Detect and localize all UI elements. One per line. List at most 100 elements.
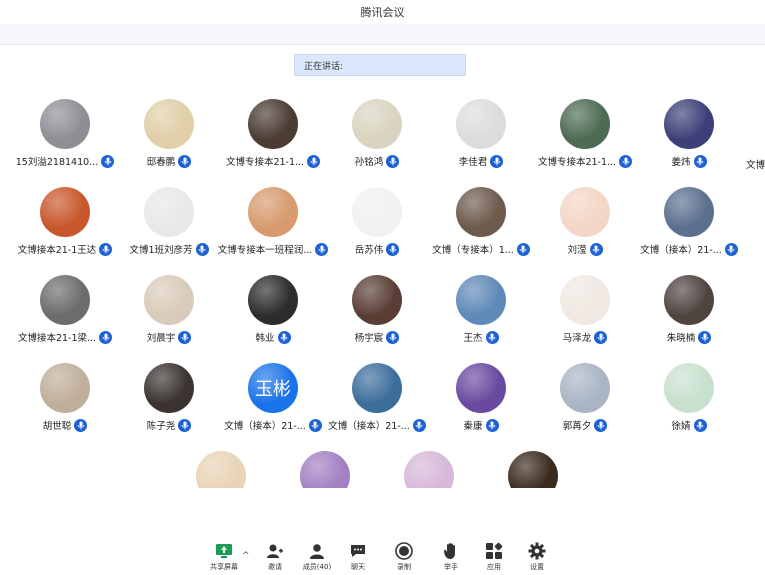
invite-label: 邀请 xyxy=(268,563,282,571)
members-icon xyxy=(308,542,326,560)
participant-tile[interactable]: 姜炜 xyxy=(637,99,741,179)
participant-tile[interactable]: 文博专接本一班程润... xyxy=(217,187,329,267)
participant-tile[interactable]: 刘滢 xyxy=(533,187,637,267)
participant-name-row: 文博专接本21-1... xyxy=(225,154,321,168)
participant-name: 姜炜 xyxy=(671,157,691,168)
mic-icon xyxy=(74,418,88,432)
participant-name: 文博专接本一班程润... xyxy=(217,245,313,256)
chat-button[interactable]: 聊天 xyxy=(336,538,380,575)
participant-name-row: 王杰 xyxy=(463,330,499,344)
participant-name-row: 文博接本21-1梁... xyxy=(18,330,113,344)
participant-tile[interactable]: 杨宇宸 xyxy=(325,275,429,355)
share-screen-icon xyxy=(215,542,233,560)
mic-icon xyxy=(386,154,400,168)
participant-tile[interactable] xyxy=(377,451,481,488)
participant-tile[interactable]: 文博1班刘彦芳 xyxy=(117,187,221,267)
participant-tile[interactable]: 秦康 xyxy=(429,363,533,443)
participant-tile[interactable]: 韩业 xyxy=(221,275,325,355)
participant-tile[interactable]: 文博接本21-1梁... xyxy=(13,275,117,355)
add-user-icon xyxy=(266,542,284,560)
mic-icon xyxy=(178,418,192,432)
participant-tile[interactable]: 王杰 xyxy=(429,275,533,355)
participant-tile[interactable] xyxy=(481,451,585,488)
mic-icon xyxy=(178,330,192,344)
avatar xyxy=(144,275,194,325)
avatar-initials: 玉彬 xyxy=(255,379,291,400)
participant-name-row: 韩业 xyxy=(255,330,291,344)
participant-name-row: 徐婧 xyxy=(671,418,707,432)
avatar xyxy=(508,451,558,488)
apps-label: 应用 xyxy=(487,563,501,571)
avatar xyxy=(196,451,246,488)
participant-name: 杨宇宸 xyxy=(354,333,384,344)
members-label: 成员(40) xyxy=(302,563,332,571)
participant-tile[interactable]: 文博接本21-1王达 xyxy=(13,187,117,267)
participant-tile[interactable]: 陈子尧 xyxy=(117,363,221,443)
participant-tile[interactable]: 孙铭鸿 xyxy=(325,99,429,179)
participant-name: 文博（接本）21-... xyxy=(224,421,306,432)
mic-icon xyxy=(619,154,633,168)
participant-tile[interactable]: 15刘溢2181410... xyxy=(13,99,117,179)
participant-name-row: 刘滢 xyxy=(567,242,603,256)
participant-tile[interactable]: 徐婧 xyxy=(637,363,741,443)
participant-name-row: 陈子尧 xyxy=(147,418,192,432)
participant-name: 邸春鹏 xyxy=(146,157,176,168)
participant-name: 文博（专接本）1... xyxy=(432,245,514,256)
raise-hand-button[interactable]: 举手 xyxy=(429,538,473,575)
participant-tile[interactable]: 朱晓楠 xyxy=(637,275,741,355)
participant-name: 刘滢 xyxy=(567,245,587,256)
participant-name-row: 朱晓楠 xyxy=(667,330,712,344)
participant-tile[interactable]: 刘晨宇 xyxy=(117,275,221,355)
avatar xyxy=(300,451,350,488)
participant-name: 岳苏伟 xyxy=(354,245,384,256)
hand-icon xyxy=(443,542,459,560)
participant-name-row: 文博专接本一班程润... xyxy=(217,242,329,256)
mic-icon xyxy=(99,330,113,344)
participant-name-row: 秦康 xyxy=(463,418,499,432)
speaking-label: 正在讲话: xyxy=(304,61,344,72)
participant-name-row: 文博（专接本）1... xyxy=(432,242,530,256)
participant-tile[interactable]: 文博（接本）21-... xyxy=(637,187,741,267)
participant-name-row: 15刘溢2181410... xyxy=(16,154,115,168)
participant-name-row: 郭苒夕 xyxy=(563,418,608,432)
mic-icon xyxy=(386,330,400,344)
record-label: 录制 xyxy=(397,563,411,571)
avatar xyxy=(456,99,506,149)
avatar xyxy=(664,275,714,325)
participant-name-row: 文博（接本）21-... xyxy=(640,242,738,256)
speaking-indicator: 正在讲话: xyxy=(294,54,466,76)
settings-button[interactable]: 设置 xyxy=(515,538,559,575)
avatar xyxy=(144,187,194,237)
avatar: 玉彬 xyxy=(248,363,298,413)
participant-name: 王杰 xyxy=(463,333,483,344)
members-button[interactable]: 成员(40) xyxy=(295,538,339,575)
participant-tile[interactable]: 邸春鹏 xyxy=(117,99,221,179)
mic-icon xyxy=(277,330,291,344)
participant-tile[interactable]: 岳苏伟 xyxy=(325,187,429,267)
apps-button[interactable]: 应用 xyxy=(472,538,516,575)
participant-tile[interactable]: 文博（专接本）1... xyxy=(429,187,533,267)
avatar xyxy=(352,187,402,237)
participant-tile[interactable] xyxy=(169,451,273,488)
participant-tile[interactable]: 郭苒夕 xyxy=(533,363,637,443)
record-button[interactable]: 录制 xyxy=(382,538,426,575)
participant-name: 文博专接本21-1... xyxy=(225,157,305,168)
participant-tile[interactable]: 文博（接本）21-... xyxy=(325,363,429,443)
participant-name: 朱晓楠 xyxy=(666,333,696,344)
participant-name: 文博（接本）21-... xyxy=(640,245,722,256)
mic-icon xyxy=(99,242,113,256)
participant-tile[interactable]: 马泽龙 xyxy=(533,275,637,355)
participant-tile[interactable]: 李佳君 xyxy=(429,99,533,179)
avatar xyxy=(560,275,610,325)
share-options-chevron-icon[interactable]: ^ xyxy=(242,551,250,561)
participant-tile[interactable]: 玉彬文博（接本）21-... xyxy=(221,363,325,443)
participant-name: 胡世聪 xyxy=(42,421,72,432)
invite-button[interactable]: 邀请 xyxy=(253,538,297,575)
participant-tile[interactable]: 文博专接本21-1... xyxy=(221,99,325,179)
participant-tile[interactable]: 胡世聪 xyxy=(13,363,117,443)
participant-tile[interactable]: 文博专接本21-1... xyxy=(533,99,637,179)
participant-tile[interactable] xyxy=(273,451,377,488)
mic-icon xyxy=(698,330,712,344)
share-screen-button[interactable]: 共享屏幕 xyxy=(202,538,246,575)
participant-name: 文博（接本）21-... xyxy=(328,421,410,432)
